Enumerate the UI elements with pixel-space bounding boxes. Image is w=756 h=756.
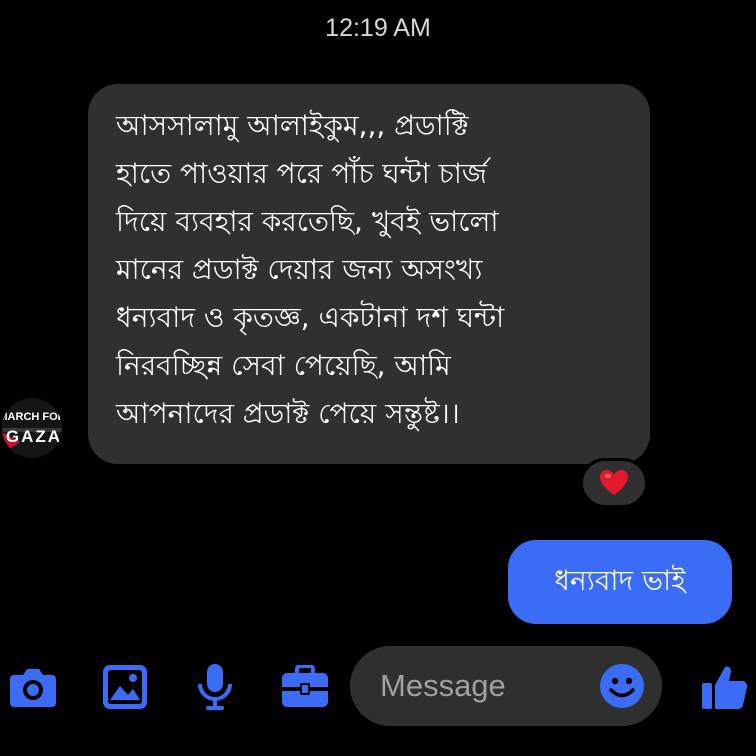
thumbs-up-button[interactable]: [700, 662, 750, 712]
microphone-icon: [198, 664, 232, 710]
incoming-message-line: হাতে পাওয়ার পরে পাঁচ ঘন্টা চার্জ: [116, 157, 487, 190]
message-input[interactable]: Message: [350, 646, 662, 726]
avatar-text-line2: GAZA: [6, 427, 62, 446]
emoji-button[interactable]: [598, 662, 646, 710]
sender-avatar[interactable]: MARCH FOR GAZA: [2, 398, 62, 458]
camera-icon: [10, 669, 56, 707]
briefcase-icon: [282, 665, 328, 707]
incoming-message-line: আপনাদের প্রডাক্ট পেয়ে সন্তুষ্ট।।: [116, 397, 460, 430]
incoming-message-line: আসসালামু আলাইকুম,,, প্রডাক্টি: [116, 109, 469, 142]
incoming-message-line: ধন্যবাদ ও কৃতজ্ঞ, একটানা দশ ঘন্টা: [116, 301, 505, 334]
outgoing-message-bubble[interactable]: ধন্যবাদ ভাই: [508, 540, 732, 624]
outgoing-message-text: ধন্যবাদ ভাই: [554, 563, 686, 597]
microphone-button[interactable]: [190, 662, 240, 712]
gallery-icon: [103, 665, 147, 709]
camera-button[interactable]: [8, 662, 58, 712]
heart-icon: [600, 470, 628, 495]
emoji-icon: [600, 664, 644, 708]
message-input-placeholder: Message: [380, 668, 506, 703]
message-timestamp: 12:19 AM: [325, 14, 431, 42]
incoming-message-bubble[interactable]: আসসালামু আলাইকুম,,, প্রডাক্টি হাতে পাওয়…: [88, 84, 650, 464]
incoming-message-line: মানের প্রডাক্ট দেয়ার জন্য অসংখ্য: [116, 253, 483, 286]
business-tools-button[interactable]: [280, 662, 330, 712]
avatar-text-line1: MARCH FOR: [2, 411, 62, 423]
incoming-message-line: দিয়ে ব্যবহার করতেছি, খুবই ভালো: [116, 205, 499, 238]
gallery-button[interactable]: [100, 662, 150, 712]
thumbs-up-icon: [702, 666, 748, 710]
incoming-message-line: নিরবচ্ছিন্ন সেবা পেয়েছি, আমি: [116, 349, 451, 382]
heart-reaction[interactable]: [580, 458, 648, 508]
